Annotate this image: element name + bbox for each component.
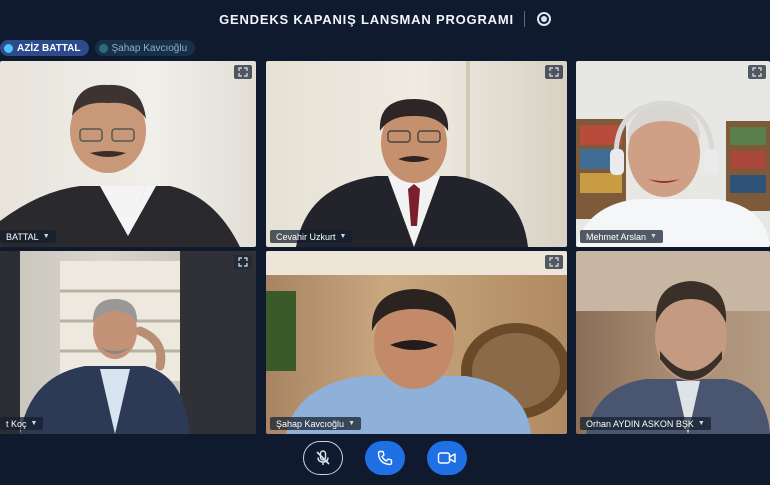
participant-name-tag[interactable]: Şahap Kavcıoğlu ▼ <box>270 417 361 430</box>
record-icon[interactable] <box>536 12 551 26</box>
participant-video <box>576 100 770 247</box>
video-tile[interactable]: BATTAL ▼ <box>0 61 256 247</box>
speaker-chips: AZİZ BATTAL Şahap Kavcıoğlu <box>0 40 196 56</box>
chevron-down-icon: ▼ <box>30 420 38 427</box>
participant-name: Cevahir Uzkurt <box>276 231 336 242</box>
participant-name: Şahap Kavcıoğlu <box>276 418 345 429</box>
chip-label: AZİZ BATTAL <box>17 42 81 54</box>
chevron-down-icon: ▼ <box>42 233 50 240</box>
participant-video <box>266 251 567 434</box>
participant-video <box>296 61 528 247</box>
speaker-indicator-icon <box>98 43 108 53</box>
participant-name: t Koç <box>6 418 27 429</box>
chevron-down-icon: ▼ <box>348 420 355 427</box>
video-tile[interactable]: Şahap Kavcıoğlu ▼ <box>266 251 567 434</box>
expand-icon[interactable] <box>234 255 252 269</box>
participant-name-tag[interactable]: t Koç ▼ <box>0 417 44 430</box>
chevron-down-icon: ▼ <box>697 420 705 427</box>
expand-icon[interactable] <box>545 255 563 269</box>
participant-name-tag[interactable]: Mehmet Arslan ▼ <box>580 230 663 243</box>
microphone-muted-icon[interactable] <box>303 441 343 475</box>
participant-video <box>0 251 256 434</box>
participant-name-tag[interactable]: Cevahir Uzkurt ▼ <box>270 230 353 243</box>
video-camera-icon[interactable] <box>427 441 467 475</box>
speaking-indicator-icon <box>4 43 13 53</box>
video-tile[interactable]: Mehmet Arslan ▼ <box>576 61 770 247</box>
participant-name-tag[interactable]: BATTAL ▼ <box>0 230 56 243</box>
video-tile[interactable]: Orhan AYDIN ASKON BŞK ▼ <box>576 251 770 434</box>
expand-icon[interactable] <box>234 65 252 79</box>
participant-name: Orhan AYDIN ASKON BŞK <box>586 418 694 429</box>
video-tile[interactable]: Cevahir Uzkurt ▼ <box>266 61 567 247</box>
chevron-down-icon: ▼ <box>650 233 657 240</box>
expand-icon[interactable] <box>748 65 766 79</box>
header-divider <box>523 11 525 27</box>
expand-icon[interactable] <box>545 65 563 79</box>
call-controls <box>0 441 770 479</box>
participant-name: Mehmet Arslan <box>586 231 647 242</box>
participant-video <box>0 84 240 247</box>
chip-speaker[interactable]: Şahap Kavcıoğlu <box>94 40 196 56</box>
participant-name-tag[interactable]: Orhan AYDIN ASKON BŞK ▼ <box>580 417 711 430</box>
phone-icon[interactable] <box>365 441 405 475</box>
chip-label: Şahap Kavcıoğlu <box>111 42 188 54</box>
participant-video <box>576 251 770 434</box>
meeting-header: GENDEKS KAPANIŞ LANSMAN PROGRAMI <box>0 0 770 38</box>
chevron-down-icon: ▼ <box>339 233 347 240</box>
video-tile[interactable]: t Koç ▼ <box>0 251 256 434</box>
meeting-title: GENDEKS KAPANIŞ LANSMAN PROGRAMI <box>219 11 514 27</box>
participant-name: BATTAL <box>6 231 39 242</box>
chip-active-speaker[interactable]: AZİZ BATTAL <box>0 40 89 56</box>
